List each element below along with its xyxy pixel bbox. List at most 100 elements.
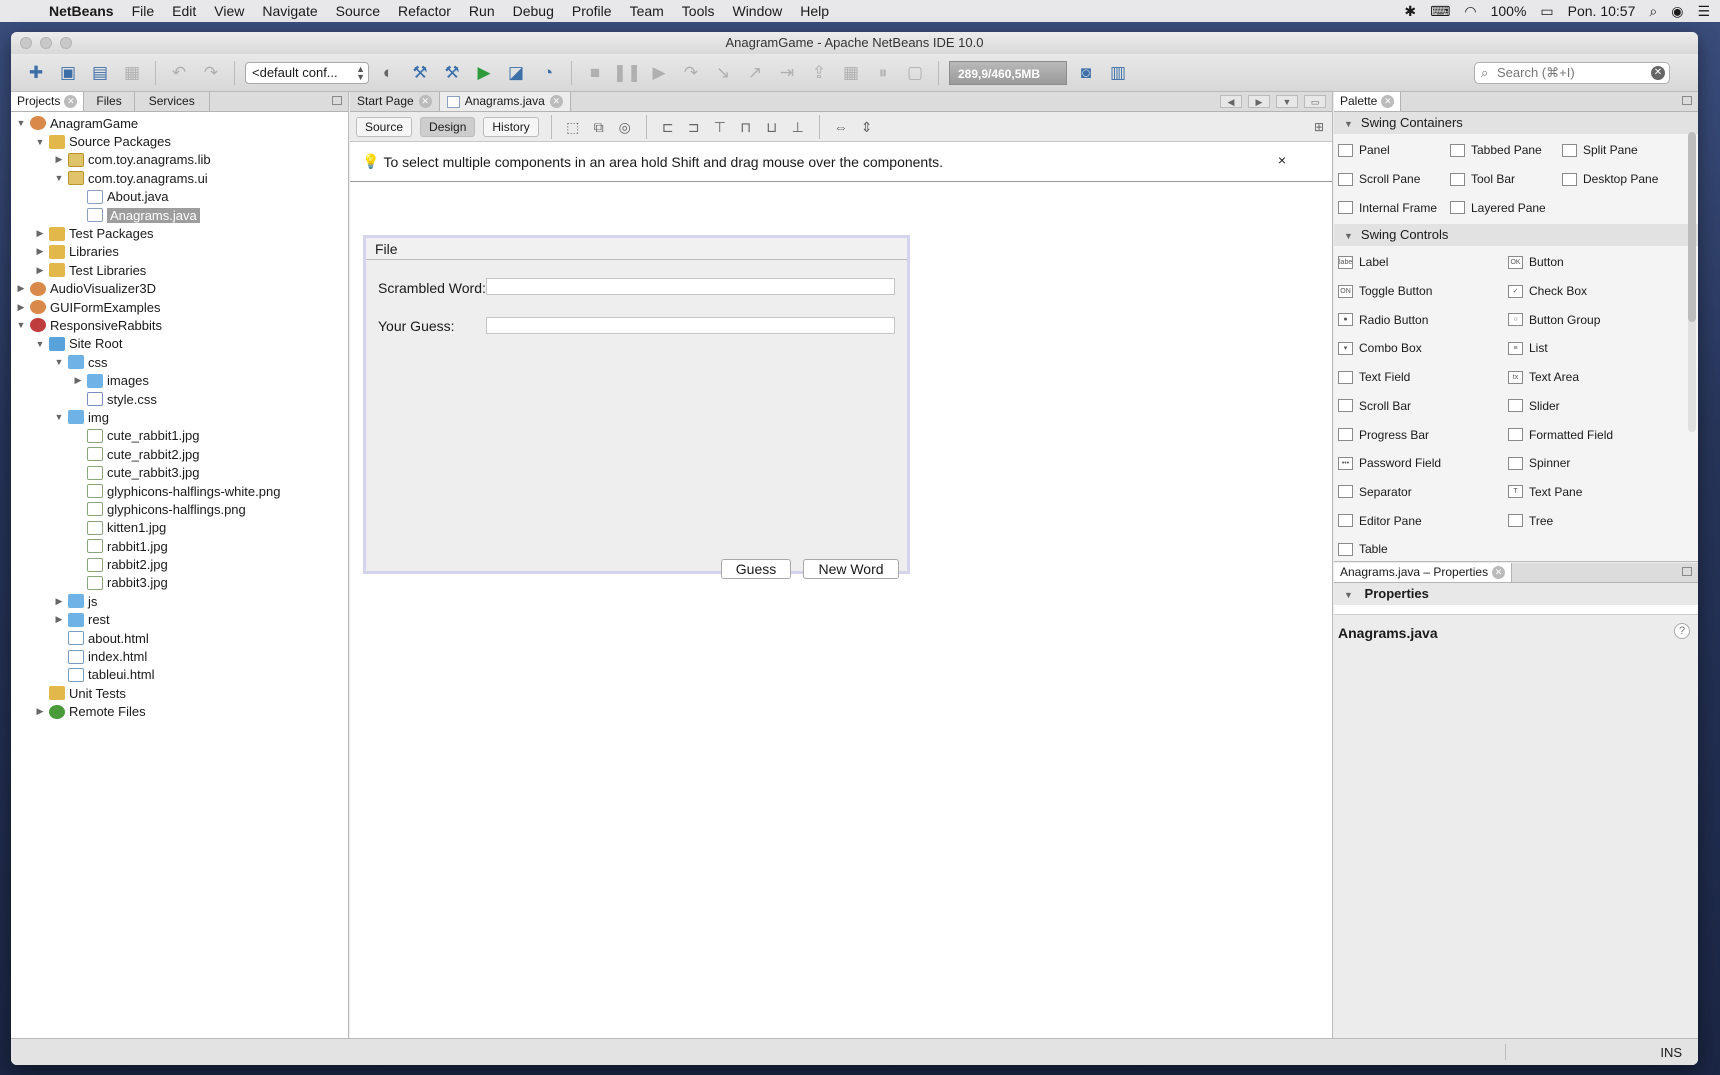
tree-node[interactable]: style.css [11,390,348,408]
tree-node[interactable]: Anagrams.java [11,206,348,224]
screenshot-icon[interactable]: ▢ [902,60,928,86]
align-right-icon[interactable]: ⊐ [685,119,703,135]
debug-icon[interactable]: ◪ [503,60,529,86]
jframe-form[interactable]: File Scrambled Word: Your Guess: Guess N… [363,235,910,579]
expanded-triangle-icon[interactable]: ▼ [53,173,65,183]
palette-item[interactable]: Formatted Field [1508,420,1678,449]
palette-item[interactable]: Scroll Bar [1338,392,1508,421]
palette-item[interactable]: Split Pane [1562,136,1682,165]
tree-node[interactable]: cute_rabbit1.jpg [11,427,348,445]
tab-palette[interactable]: Palette ✕ [1334,92,1402,111]
tree-node[interactable]: ▶ rest [11,611,348,629]
run-icon[interactable]: ▶ [471,60,497,86]
clock[interactable]: Pon. 10:57 [1568,3,1636,19]
tab-start-page[interactable]: Start Page ✕ [350,92,440,111]
center-horizontally-icon[interactable]: ⊤ [711,119,729,135]
continue-icon[interactable]: ▶ [646,60,672,86]
palette-item[interactable]: Panel [1338,136,1450,165]
collapse-triangle-icon[interactable]: ▼ [1344,590,1353,600]
palette-item[interactable]: Desktop Pane [1562,165,1682,194]
build-hammer-icon[interactable]: ⚒ [407,60,433,86]
tree-node[interactable]: ▶ js [11,592,348,610]
collapsed-triangle-icon[interactable]: ▶ [15,302,27,313]
align-top-icon[interactable]: ⊓ [737,119,755,135]
palette-scroll-thumb[interactable] [1688,132,1696,322]
palette-item[interactable]: Progress Bar [1338,420,1508,449]
palette-item[interactable]: ✓ Check Box [1508,277,1678,306]
menu-help[interactable]: Help [791,3,838,19]
tree-node[interactable]: ▶ GUIFormExamples [11,298,348,316]
menu-team[interactable]: Team [621,3,673,19]
palette-category[interactable]: ▼ Swing Controls [1334,224,1698,247]
run-to-cursor-icon[interactable]: ⇥ [774,60,800,86]
tree-node[interactable]: ▼ Site Root [11,335,348,353]
align-bottom-icon[interactable]: ⊔ [763,119,781,135]
tree-node[interactable]: rabbit2.jpg [11,555,348,573]
tab-anagrams-java[interactable]: Anagrams.java ✕ [439,92,571,111]
palette-item[interactable]: Table [1338,535,1508,564]
tree-node[interactable]: ▶ com.toy.anagrams.lib [11,151,348,169]
step-over-icon[interactable]: ↷ [678,60,704,86]
collapsed-triangle-icon[interactable]: ▶ [53,596,65,607]
palette-item[interactable]: Spinner [1508,449,1678,478]
menu-view[interactable]: View [205,3,253,19]
battery-icon[interactable]: ▭ [1540,3,1553,20]
collapse-triangle-icon[interactable]: ▼ [1344,119,1353,129]
scrambled-word-field[interactable] [486,278,895,295]
configuration-select[interactable]: <default conf... ▲ ▼ [245,61,369,84]
spotlight-icon[interactable]: ⌕ [1649,3,1657,20]
scrambled-word-label[interactable]: Scrambled Word: [378,280,486,296]
tree-node[interactable]: ▼ AnagramGame [11,114,348,132]
expanded-triangle-icon[interactable]: ▼ [34,137,46,147]
your-guess-field[interactable] [486,317,895,334]
keyboard-icon[interactable]: ⌨ [1430,3,1450,20]
properties-section[interactable]: ▼ Properties [1334,583,1698,605]
history-button[interactable]: History [483,116,539,137]
menu-profile[interactable]: Profile [563,3,621,19]
pause-icon[interactable]: ❚❚ [613,60,642,86]
tree-node[interactable]: glyphicons-halflings-white.png [11,482,348,500]
globe-icon[interactable]: ◐ [375,60,401,86]
tab-properties[interactable]: Anagrams.java – Properties ✕ [1334,563,1513,582]
resize-vertical-icon[interactable]: ⇕ [858,119,876,135]
close-hint-button[interactable]: × [1278,152,1286,168]
palette-item[interactable]: Text Field [1338,363,1508,392]
align-left-icon[interactable]: ⊏ [659,119,677,135]
expanded-triangle-icon[interactable]: ▼ [15,320,27,330]
memory-indicator[interactable]: 289,9/460,5MB [949,60,1067,85]
save-all-icon[interactable]: ▦ [119,60,145,86]
tree-node[interactable]: ▼ img [11,408,348,426]
collapsed-triangle-icon[interactable]: ▶ [53,154,65,165]
help-icon[interactable]: ? [1674,623,1690,639]
clear-search-icon[interactable]: ✕ [1651,66,1665,80]
connection-mode-icon[interactable]: ⧉ [590,119,608,135]
menu-file[interactable]: File [123,3,164,19]
tree-node[interactable]: ▶ Libraries [11,243,348,261]
gc-icon[interactable]: ◙ [1073,60,1099,86]
tree-node[interactable]: tableui.html [11,666,348,684]
menu-refactor[interactable]: Refactor [389,3,460,19]
tree-node[interactable]: cute_rabbit3.jpg [11,463,348,481]
menu-edit[interactable]: Edit [163,3,205,19]
step-out-icon[interactable]: ↗ [742,60,768,86]
palette-scrollbar[interactable] [1688,132,1696,432]
tree-node[interactable]: ▶ Test Libraries [11,261,348,279]
tree-node[interactable]: ▶ images [11,371,348,389]
form-menu-file[interactable]: File [375,241,398,257]
apply-changes-icon[interactable]: ⇪ [806,60,832,86]
source-button[interactable]: Source [356,116,413,137]
profile-icon[interactable]: ◔ [535,60,561,86]
collapse-triangle-icon[interactable]: ▼ [1344,231,1353,241]
palette-item[interactable]: Layered Pane [1450,193,1562,222]
tree-node[interactable]: About.java [11,188,348,206]
scroll-right-icon[interactable]: ▶ [1248,95,1270,108]
preview-design-icon[interactable]: ◎ [616,119,634,135]
tree-node[interactable]: rabbit1.jpg [11,537,348,555]
close-icon[interactable]: ✕ [418,95,432,108]
zoom-window-button[interactable] [60,37,72,49]
tree-node[interactable]: ▼ Source Packages [11,132,348,150]
palette-item[interactable]: Tabbed Pane [1450,136,1562,165]
your-guess-label[interactable]: Your Guess: [378,318,455,334]
collapsed-triangle-icon[interactable]: ▶ [34,228,46,239]
bluetooth-icon[interactable]: ✱ [1404,3,1416,20]
